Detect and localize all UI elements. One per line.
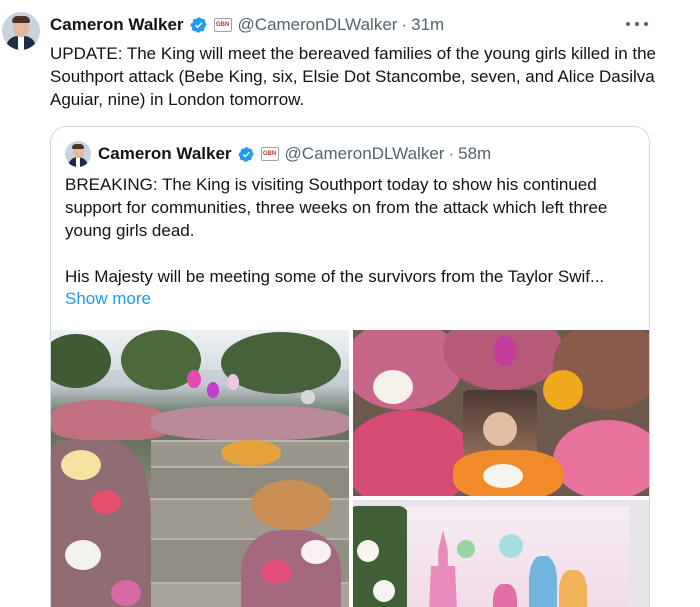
tweet-text: UPDATE: The King will meet the bereaved …: [50, 44, 656, 109]
quoted-tweet-text: BREAKING: The King is visiting Southport…: [65, 173, 641, 288]
image-flowers: [261, 560, 291, 584]
image-flowers: [91, 490, 121, 514]
image-princess: [493, 584, 517, 607]
image-balloon: [207, 382, 219, 398]
image-flowers: [553, 420, 649, 496]
media-image-memorial-steps[interactable]: [51, 330, 349, 607]
verified-badge-icon: [238, 146, 254, 162]
affiliation-badge-icon[interactable]: GBN: [260, 147, 279, 161]
author-name[interactable]: Cameron Walker: [50, 15, 184, 35]
quoted-paragraph-1: BREAKING: The King is visiting Southport…: [65, 175, 608, 240]
image-flowers: [357, 540, 379, 562]
image-photo-face: [483, 412, 517, 446]
image-flowers: [543, 370, 583, 410]
separator-dot: ·: [448, 144, 455, 163]
avatar-hair-shape: [12, 16, 30, 23]
image-princess: [559, 570, 587, 607]
more-dot: [626, 22, 630, 26]
image-balloon: [301, 390, 315, 404]
image-flowers: [499, 534, 523, 558]
image-flowers: [301, 540, 331, 564]
image-flowers: [373, 580, 395, 602]
affiliation-badge-icon[interactable]: GBN: [213, 18, 232, 32]
tweet: Cameron Walker GBN @CameronDLWalker · 31…: [0, 0, 700, 607]
show-more-link[interactable]: Show more: [65, 289, 151, 309]
image-flowers: [483, 464, 523, 488]
quoted-author-avatar[interactable]: [65, 141, 91, 167]
image-princess: [529, 556, 557, 607]
avatar-shirt-shape: [76, 157, 80, 167]
more-options-icon[interactable]: [626, 14, 648, 34]
quoted-tweet[interactable]: Cameron Walker GBN @CameronDLWalker · 58…: [50, 126, 650, 607]
more-dot: [635, 22, 639, 26]
avatar-shirt-shape: [18, 36, 24, 50]
image-balloon: [227, 374, 239, 390]
image-flowers: [151, 406, 349, 440]
image-flowers: [373, 370, 413, 404]
media-image-floral-tributes[interactable]: [353, 330, 649, 496]
quoted-tweet-timestamp[interactable]: 58m: [458, 144, 491, 164]
image-flowers: [61, 450, 101, 480]
image-tree: [221, 332, 341, 394]
tweet-timestamp[interactable]: 31m: [411, 15, 444, 35]
quoted-author-handle[interactable]: @CameronDLWalker: [285, 144, 445, 164]
more-dot: [644, 22, 648, 26]
avatar-hair-shape: [72, 144, 84, 149]
separator-dot: ·: [401, 15, 408, 34]
author-avatar[interactable]: [2, 12, 40, 50]
image-flowers: [457, 540, 475, 558]
image-flowers: [493, 336, 517, 366]
quoted-paragraph-2: His Majesty will be meeting some of the …: [65, 267, 605, 286]
media-grid: [51, 330, 649, 607]
tweet-header: Cameron Walker GBN @CameronDLWalker · 31…: [50, 13, 444, 37]
verified-badge-icon: [190, 17, 207, 33]
image-flowers: [251, 480, 331, 530]
quoted-tweet-header: Cameron Walker GBN @CameronDLWalker · 58…: [98, 143, 491, 165]
image-flowers: [221, 440, 281, 466]
image-flowers: [65, 540, 101, 570]
image-balloon: [187, 370, 201, 388]
image-flowers: [241, 530, 341, 607]
author-handle[interactable]: @CameronDLWalker: [238, 15, 398, 35]
image-flowers: [111, 580, 141, 606]
media-image-princess-poster[interactable]: [353, 500, 649, 607]
quoted-author-name[interactable]: Cameron Walker: [98, 144, 232, 164]
image-tree: [51, 334, 111, 388]
